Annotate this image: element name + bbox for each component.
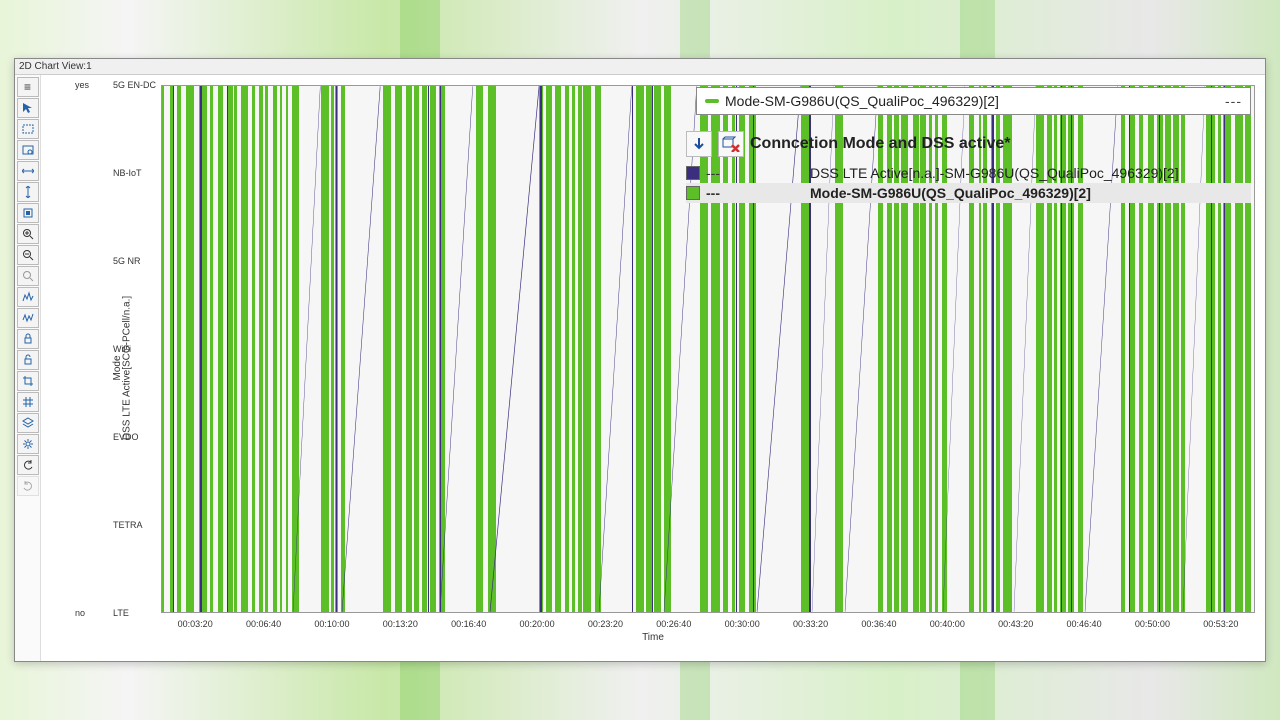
select-rect-button[interactable] [17,119,39,139]
zoom-rect-button[interactable] [17,140,39,160]
zoom-out-button[interactable] [17,245,39,265]
y2-tick-label: no [75,608,85,618]
zoom-in-button[interactable] [17,224,39,244]
zoom-fit-button[interactable] [17,203,39,223]
menu-button[interactable]: ≡ [17,77,39,97]
y1-axis-label: Mode [112,355,123,380]
redo-button[interactable] [17,476,39,496]
y2-tick-label: yes [75,80,89,90]
x-tick-label: 00:10:00 [314,619,349,629]
x-tick-label: 00:16:40 [451,619,486,629]
series-swatch-icon [705,99,719,103]
legend-dash: --- [706,165,720,181]
x-tick-label: 00:06:40 [246,619,281,629]
legend-row[interactable]: --- Mode-SM-G986U(QS_QualiPoc_496329)[2] [686,183,1251,203]
y-tick-label: 5G NR [113,256,141,266]
legend-label: Mode-SM-G986U(QS_QualiPoc_496329)[2] [810,185,1091,201]
signal-alt-button[interactable] [17,308,39,328]
legend-remove-button[interactable] [718,131,744,157]
legend-swatch-icon [686,166,700,180]
vertical-toolbar: ≡ [15,75,41,661]
legend-row[interactable]: --- DSS LTE Active[n.a.]-SM-G986U(QS_Qua… [686,163,1251,183]
x-tick-label: 00:50:00 [1135,619,1170,629]
y2-axis-label: DSS LTE Active[SCG-PCell/n.a.] [122,296,133,440]
signal-button[interactable] [17,287,39,307]
series-selector[interactable]: Mode-SM-G986U(QS_QualiPoc_496329)[2] --- [696,87,1251,115]
layers-button[interactable] [17,413,39,433]
legend-dash: --- [706,185,720,201]
x-tick-label: 00:23:20 [588,619,623,629]
legend-sort-button[interactable] [686,131,712,157]
y-tick-label: NB-IoT [113,168,142,178]
legend-swatch-icon [686,186,700,200]
legend-title: Conncetion Mode and DSS active* [750,135,1010,153]
reset-zoom-button[interactable] [17,266,39,286]
y-tick-label: LTE [113,608,129,618]
window-title: 2D Chart View:1 [15,59,1265,75]
legend-panel: Conncetion Mode and DSS active* --- DSS … [686,131,1251,203]
y-tick-label: EVDO [113,432,139,442]
y-tick-label: WiFi [113,344,131,354]
chart-window: 2D Chart View:1 ≡ [14,58,1266,662]
x-tick-label: 00:40:00 [930,619,965,629]
lock-button[interactable] [17,329,39,349]
x-tick-label: 00:46:40 [1067,619,1102,629]
y-tick-label: TETRA [113,520,143,530]
x-tick-label: 00:26:40 [656,619,691,629]
pointer-tool-button[interactable] [17,98,39,118]
x-tick-label: 00:13:20 [383,619,418,629]
y-tick-label: 5G EN-DC [113,80,156,90]
series-selector-label: Mode-SM-G986U(QS_QualiPoc_496329)[2] [725,93,999,109]
zoom-y-button[interactable] [17,182,39,202]
x-tick-label: 00:43:20 [998,619,1033,629]
chart-area: DSS LTE Active[SCG-PCell/n.a.] Mode LTE T… [41,75,1265,661]
x-axis-label: Time [642,632,664,643]
x-tick-label: 00:33:20 [793,619,828,629]
settings-button[interactable] [17,434,39,454]
x-tick-label: 00:30:00 [725,619,760,629]
series-selector-trailing: --- [1225,93,1242,109]
x-tick-label: 00:53:20 [1203,619,1238,629]
legend-label: DSS LTE Active[n.a.]-SM-G986U(QS_QualiPo… [810,165,1179,181]
zoom-x-button[interactable] [17,161,39,181]
x-tick-label: 00:20:00 [520,619,555,629]
x-tick-label: 00:03:20 [178,619,213,629]
undo-button[interactable] [17,455,39,475]
grid-button[interactable] [17,392,39,412]
crop-button[interactable] [17,371,39,391]
x-tick-label: 00:36:40 [861,619,896,629]
lock-alt-button[interactable] [17,350,39,370]
